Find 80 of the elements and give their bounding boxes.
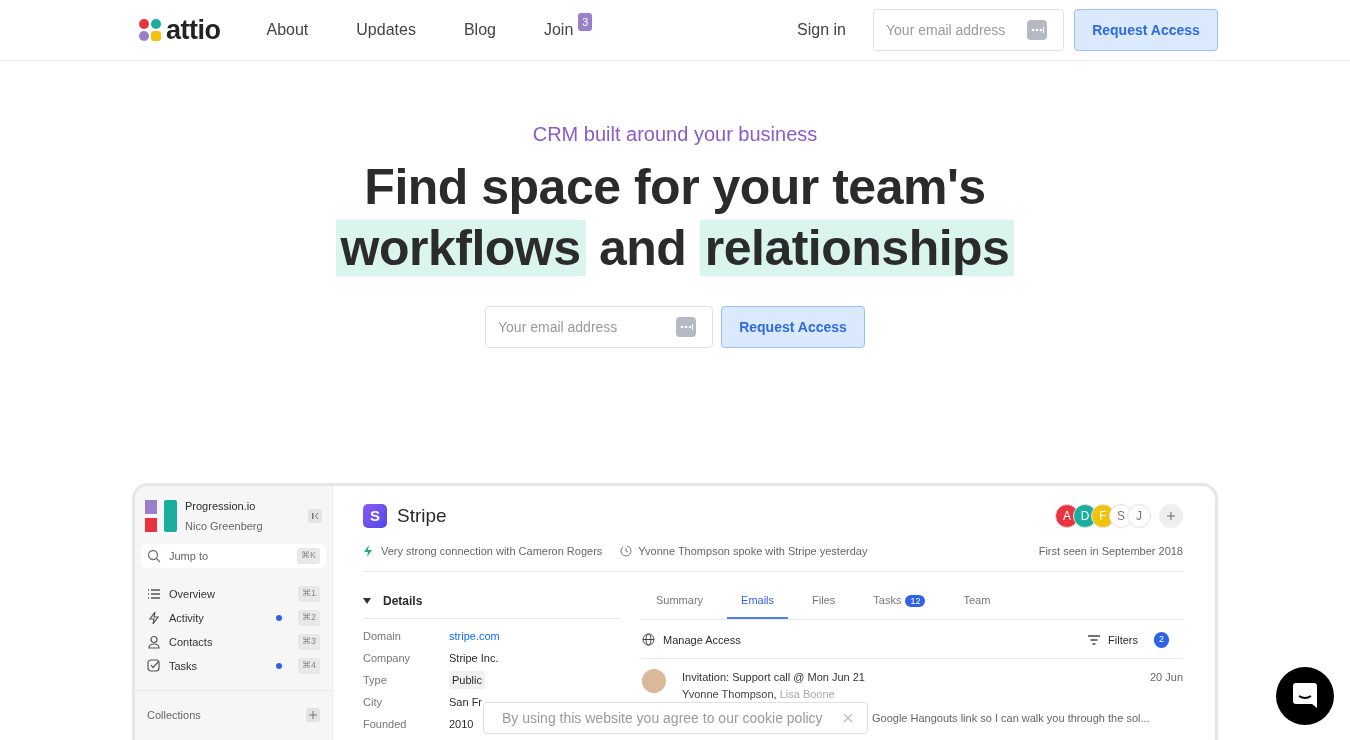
globe-icon [642, 633, 655, 647]
connection-text: Very strong connection with Cameron Rogers [381, 543, 603, 559]
dots-icon [1027, 20, 1047, 40]
plus-icon [1166, 511, 1176, 522]
shortcut-hint: ⌘K [297, 548, 320, 564]
plus-icon[interactable] [306, 708, 320, 723]
close-icon[interactable] [843, 713, 853, 723]
sidebar-item[interactable]: Contacts ⌘3 [141, 630, 326, 654]
count-badge: 2 [1154, 632, 1169, 648]
first-seen-text: First seen in September 2018 [1038, 543, 1183, 559]
shortcut-hint: ⌘1 [298, 586, 320, 602]
collapse-sidebar-icon[interactable] [308, 509, 322, 523]
field-value: Stripe Inc. [449, 650, 499, 666]
request-access-button[interactable]: Request Access [1074, 9, 1218, 51]
avatar: J [1127, 504, 1151, 529]
field-label: Founded [363, 716, 408, 732]
type-tag: Public [449, 670, 485, 690]
headline: Find space for your team's workflows and relationships [0, 149, 1350, 279]
request-access-button[interactable]: Request Access [721, 306, 865, 348]
bolt-icon [363, 544, 373, 557]
filters-button[interactable]: Filters [1088, 631, 1138, 648]
jump-to-field[interactable]: Jump to ⌘K [141, 544, 326, 568]
record-title: Stripe [397, 504, 447, 528]
domain-link[interactable]: stripe.com [449, 627, 500, 645]
logo-icon [138, 18, 162, 42]
last-contact-text: Yvonne Thompson spoke with Stripe yesterday [638, 543, 868, 559]
person-icon [147, 635, 161, 649]
chat-launcher-button[interactable] [1276, 667, 1334, 725]
field-label: Type [363, 672, 388, 688]
caret-down-icon[interactable] [363, 597, 371, 605]
field-label: City [363, 694, 383, 710]
avatar-photo-placeholder [642, 669, 666, 693]
tab[interactable]: Team [949, 592, 1005, 619]
workspace-name: Progression.io [185, 499, 257, 514]
email-date: 20 Jun [1149, 670, 1183, 685]
search-icon [147, 549, 161, 563]
manage-access-link[interactable]: Manage Access [663, 631, 741, 648]
tab[interactable]: Emails [727, 592, 789, 619]
company-logo: S [363, 504, 387, 529]
tab[interactable]: Files [798, 592, 850, 619]
dots-icon [676, 317, 696, 337]
tagline: CRM built around your business [531, 122, 819, 147]
field-label: Domain [363, 628, 402, 644]
sign-in-link[interactable]: Sign in [797, 18, 846, 42]
email-preview: Google Hangouts link so I can walk you through the sol... [872, 711, 1151, 726]
add-member-button[interactable] [1159, 504, 1183, 529]
bolt-icon [147, 611, 161, 625]
field-value: 2010 [449, 716, 474, 732]
section-title: Collections [147, 708, 202, 723]
checkbox-icon [147, 659, 161, 673]
chat-icon [1293, 683, 1317, 709]
email-sender: Yvonne Thompson, [682, 687, 777, 700]
logo-text[interactable]: attio [166, 9, 221, 51]
email-field[interactable]: Your email address [873, 9, 1064, 51]
email-recipient: Lisa Boone [779, 687, 835, 700]
count-badge: 12 [905, 595, 926, 607]
nav-link[interactable]: About [266, 18, 309, 42]
filter-icon [1088, 634, 1101, 645]
tab[interactable]: Tasks 12 [859, 592, 940, 619]
user-name: Nico Greenberg [185, 518, 264, 534]
clock-icon [620, 544, 633, 557]
nav-link[interactable]: Updates [356, 18, 416, 42]
nav-link[interactable]: Blog [463, 18, 496, 42]
section-title: Details [383, 593, 423, 610]
sidebar-item[interactable]: Overview ⌘1 [141, 582, 326, 606]
email-field[interactable]: Your email address [485, 306, 713, 348]
sidebar-item[interactable]: Tasks ⌘4 [141, 654, 326, 678]
cookie-text: By using this website you agree to our cookie policy [502, 708, 823, 728]
list-icon [147, 587, 161, 601]
shortcut-hint: ⌘2 [298, 610, 320, 626]
tab[interactable]: Summary [642, 592, 718, 619]
field-value: San Fr [449, 694, 482, 710]
shortcut-hint: ⌘3 [298, 634, 320, 650]
sidebar-item[interactable]: Activity ⌘2 [141, 606, 326, 630]
nav-link[interactable]: Join [543, 18, 574, 42]
email-subject[interactable]: Invitation: Support call @ Mon Jun 21 [682, 669, 865, 686]
count-badge: 3 [578, 12, 593, 32]
field-label: Company [363, 650, 412, 666]
workspace-logo-icon [145, 500, 177, 532]
shortcut-hint: ⌘4 [298, 658, 320, 674]
